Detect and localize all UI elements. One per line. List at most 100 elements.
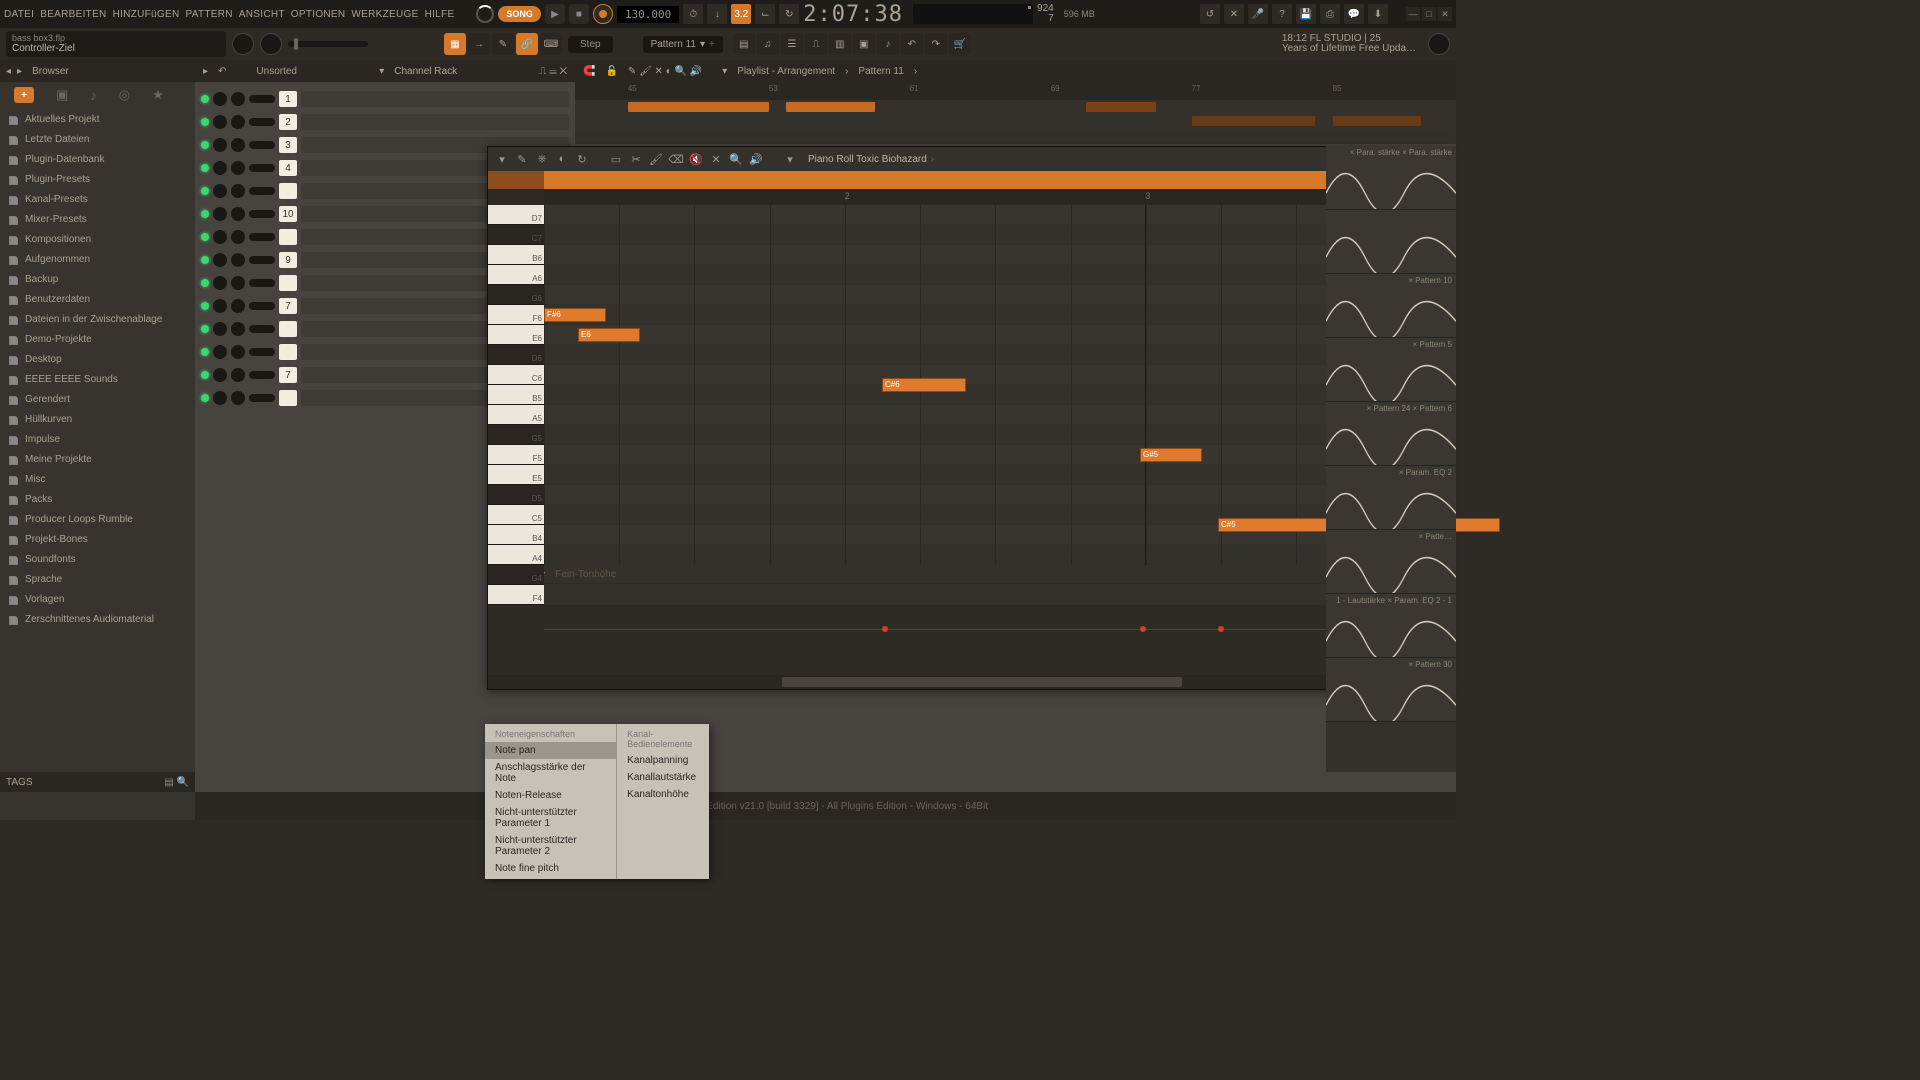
tree-item[interactable]: EEEE EEEE Sounds xyxy=(0,370,195,390)
tree-item[interactable]: Aktuelles Projekt xyxy=(0,110,195,130)
countdown-icon[interactable]: 3.2 xyxy=(731,4,751,24)
shop-icon[interactable]: 🛒 xyxy=(949,33,971,55)
tempo-display[interactable]: 130.000 xyxy=(617,6,679,23)
tree-item[interactable]: Packs xyxy=(0,490,195,510)
browser-tree[interactable]: Aktuelles ProjektLetzte DateienPlugin-Da… xyxy=(0,108,195,772)
midi-note[interactable]: F#6 xyxy=(544,308,606,322)
pr-zoom-icon[interactable]: 🔍 xyxy=(728,151,744,167)
browser-sound-icon[interactable]: ♪ xyxy=(90,88,97,103)
cr-menu-icon[interactable]: ▾ xyxy=(379,66,384,77)
pr-snap-icon[interactable]: ◐ xyxy=(554,151,570,167)
piano-keys[interactable]: D7C7B6A6G6F6E6D6C6B5A5G5F5E5D5C5B4A4G4F4 xyxy=(488,205,544,565)
ctx-param2[interactable]: Nicht-unterstützter Parameter 2 xyxy=(485,832,616,860)
ctx-ch-pitch[interactable]: Kanaltonhöhe xyxy=(617,786,709,803)
tree-item[interactable]: Zerschnittenes Audiomaterial xyxy=(0,610,195,630)
song-mode-button[interactable]: SONG xyxy=(498,6,541,22)
menu-ansicht[interactable]: ANSICHT xyxy=(239,9,285,20)
menu-hinzufuegen[interactable]: HINZUFüGEN xyxy=(113,9,180,20)
pr-color-swatch[interactable] xyxy=(488,171,1447,189)
pencil-icon[interactable]: ✎ xyxy=(492,33,514,55)
cr-tools-icon[interactable]: ⎍ ☰ ✕ xyxy=(539,66,567,77)
news-icon[interactable] xyxy=(1428,33,1450,55)
tree-item[interactable]: Impulse xyxy=(0,430,195,450)
tempo-tap-icon[interactable]: ♪ xyxy=(877,33,899,55)
pr-timeline[interactable]: 23 xyxy=(544,189,1447,205)
pr-brush-icon[interactable]: 🖌 xyxy=(648,151,664,167)
switch-icon[interactable]: ✕ xyxy=(1224,4,1244,24)
tree-item[interactable]: Sprache xyxy=(0,570,195,590)
tree-item[interactable]: Kanal-Presets xyxy=(0,190,195,210)
tree-item[interactable]: Vorlagen xyxy=(0,590,195,610)
ctx-velocity[interactable]: Anschlagsstärke der Note xyxy=(485,759,616,787)
maximize-icon[interactable]: □ xyxy=(1422,7,1436,21)
ctx-release[interactable]: Noten-Release xyxy=(485,787,616,804)
sort-label[interactable]: Unsorted xyxy=(256,66,297,77)
undo-history-icon[interactable]: ↺ xyxy=(1200,4,1220,24)
pianoroll-icon[interactable]: ♫ xyxy=(757,33,779,55)
pr-play-icon[interactable]: 🔊 xyxy=(748,151,764,167)
tags-view-icon[interactable]: ▤ xyxy=(164,777,173,788)
tree-item[interactable]: Gerendert xyxy=(0,390,195,410)
tree-item[interactable]: Misc xyxy=(0,470,195,490)
loop-icon[interactable]: ↻ xyxy=(779,4,799,24)
playlist-icon[interactable]: ▤ xyxy=(733,33,755,55)
arrow-icon[interactable]: → xyxy=(468,33,490,55)
pr-erase-icon[interactable]: ⌫ xyxy=(668,151,684,167)
midi-note[interactable]: C#6 xyxy=(882,378,966,392)
mixer-icon[interactable]: ⎍ xyxy=(805,33,827,55)
browser-menu-icon[interactable]: ◂ xyxy=(6,66,11,77)
menu-optionen[interactable]: OPTIONEN xyxy=(291,9,346,20)
automation-clip[interactable]: × Pattern 5 xyxy=(1326,338,1456,402)
tree-item[interactable]: Backup xyxy=(0,270,195,290)
menu-pattern[interactable]: PATTERN xyxy=(185,9,232,20)
pr-tool-draw-icon[interactable]: ✎ xyxy=(514,151,530,167)
snap-button[interactable]: ▦ xyxy=(444,33,466,55)
play-button[interactable]: ▶ xyxy=(545,4,565,24)
tree-item[interactable]: Aufgenommen xyxy=(0,250,195,270)
pr-h-scrollbar[interactable] xyxy=(488,675,1447,689)
tree-item[interactable]: Meine Projekte xyxy=(0,450,195,470)
metronome-icon[interactable]: ⏱ xyxy=(683,4,703,24)
automation-clip[interactable]: × Para. stärke × Para. stärke xyxy=(1326,146,1456,210)
redo-icon[interactable]: ↷ xyxy=(925,33,947,55)
automation-clip[interactable]: × Pattern 24 × Pattern 6 xyxy=(1326,402,1456,466)
pr-target-icon[interactable]: ▾ xyxy=(782,151,798,167)
save-icon[interactable]: 💾 xyxy=(1296,4,1316,24)
pr-refresh-icon[interactable]: ↻ xyxy=(574,151,590,167)
main-volume-knob[interactable] xyxy=(232,33,254,55)
main-slider[interactable] xyxy=(288,41,368,47)
ctx-note-pan[interactable]: Note pan xyxy=(485,742,616,759)
browser-add-button[interactable]: + xyxy=(14,87,34,103)
close-icon[interactable]: ✕ xyxy=(1438,7,1452,21)
pr-select-icon[interactable]: ▭ xyxy=(608,151,624,167)
channel-track[interactable]: 1 xyxy=(195,88,575,110)
snap-selector[interactable]: Step xyxy=(568,36,613,53)
link-icon[interactable]: 🔗 xyxy=(516,33,538,55)
stop-button[interactable]: ■ xyxy=(569,4,589,24)
automation-clip[interactable]: × Patte… xyxy=(1326,530,1456,594)
browser-globe-icon[interactable]: ◎ xyxy=(119,87,130,103)
automation-clip[interactable]: 1 - Lautstärke × Param. EQ 2 - 1 xyxy=(1326,594,1456,658)
pr-stamp-icon[interactable]: ⎈ xyxy=(534,151,550,167)
menu-datei[interactable]: DATEI xyxy=(4,9,34,20)
ctx-ch-pan[interactable]: Kanalpanning xyxy=(617,752,709,769)
ctx-fine-pitch[interactable]: Note fine pitch xyxy=(485,860,616,877)
pl-lock-icon[interactable]: 🔓 xyxy=(605,66,617,77)
tree-item[interactable]: Hüllkurven xyxy=(0,410,195,430)
tree-item[interactable]: Mixer-Presets xyxy=(0,210,195,230)
tree-item[interactable]: Soundfonts xyxy=(0,550,195,570)
wait-icon[interactable]: ↓ xyxy=(707,4,727,24)
record-button[interactable] xyxy=(593,4,613,24)
browser-icon[interactable]: ▥ xyxy=(829,33,851,55)
search-icon[interactable]: 🔍 xyxy=(177,777,189,788)
automation-clip[interactable]: × Pattern 30 xyxy=(1326,658,1456,722)
browser-star-icon[interactable]: ★ xyxy=(152,87,164,103)
midi-note[interactable]: E6 xyxy=(578,328,640,342)
undo-icon[interactable]: ↶ xyxy=(901,33,923,55)
overdub-icon[interactable]: ⌙ xyxy=(755,4,775,24)
cr-back-icon[interactable]: ↶ xyxy=(218,66,226,77)
tree-item[interactable]: Demo-Projekte xyxy=(0,330,195,350)
browser-collapse-icon[interactable]: ▸ xyxy=(17,66,22,77)
note-grid[interactable]: F#6E6C#6G#5C#5 xyxy=(544,205,1447,565)
render-icon[interactable]: ⎙ xyxy=(1320,4,1340,24)
